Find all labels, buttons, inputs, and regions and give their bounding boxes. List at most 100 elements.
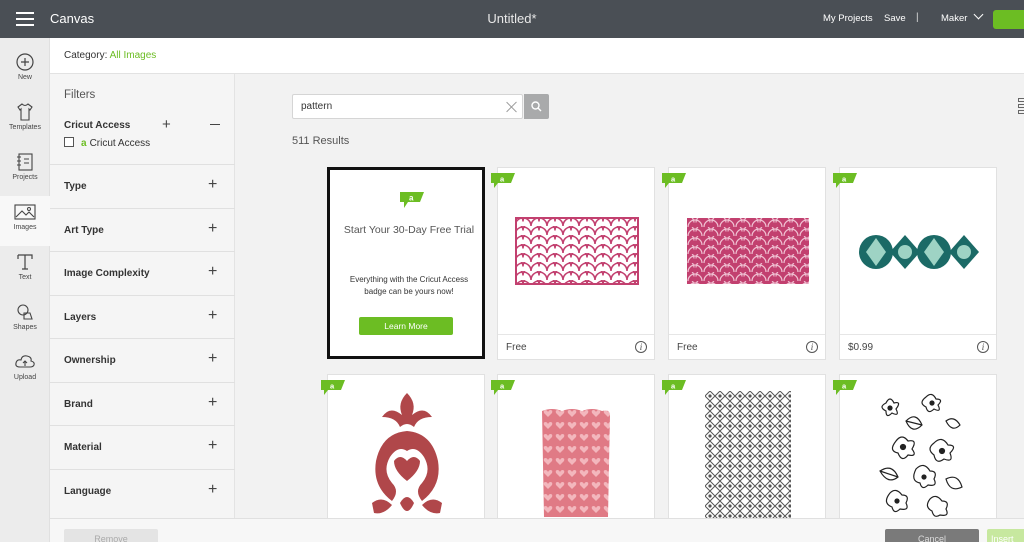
category-bar: Category: All Images: [50, 38, 1024, 74]
filter-language[interactable]: Language +: [50, 468, 235, 513]
rail-label-templates: Templates: [9, 124, 41, 131]
filter-label: Type: [64, 181, 87, 192]
image-card[interactable]: a $0.99 i: [833, 167, 997, 360]
clear-search-icon[interactable]: [506, 101, 518, 113]
card-price: Free: [506, 342, 527, 353]
rail-item-upload[interactable]: Upload: [0, 346, 50, 396]
image-card[interactable]: a: [662, 374, 826, 518]
image-card[interactable]: a: [833, 374, 997, 518]
card-price: Free: [677, 342, 698, 353]
rail-label-text: Text: [18, 274, 32, 281]
image-card[interactable]: a: [491, 374, 655, 518]
remove-button[interactable]: Remove: [64, 529, 158, 542]
cloud-upload-icon: [15, 355, 35, 368]
rail-label-images: Images: [13, 224, 37, 231]
filter-label: Art Type: [64, 224, 104, 236]
filter-label: Layers: [64, 311, 97, 323]
image-card[interactable]: a Free i: [662, 167, 826, 360]
damask-ornament-art: [372, 393, 442, 514]
grid-view-toggle-icon[interactable]: [1018, 98, 1024, 116]
filter-art-type[interactable]: Art Type +: [50, 207, 235, 252]
filters-panel: Filters Cricut Access + a Cricut Access T…: [50, 74, 235, 518]
plus-circle-icon: [16, 53, 34, 71]
access-promo-card: a Start Your 30-Day Free Trial Everythin…: [327, 167, 485, 359]
access-badge-icon: a: [321, 380, 345, 395]
filter-type[interactable]: Type +: [50, 164, 235, 208]
expand-plus-icon[interactable]: +: [208, 481, 217, 499]
cancel-button[interactable]: Cancel: [885, 529, 979, 542]
expand-plus-icon[interactable]: +: [208, 176, 217, 194]
promo-title: Start Your 30-Day Free Trial: [343, 224, 475, 236]
diamond-border-art: [859, 235, 979, 269]
access-expand-icon[interactable]: +: [162, 116, 171, 133]
info-icon[interactable]: i: [806, 341, 818, 353]
rail-item-templates[interactable]: Templates: [0, 96, 50, 146]
scallop-filled-pattern-art: [687, 218, 809, 284]
filter-ownership[interactable]: Ownership +: [50, 338, 235, 382]
filter-material[interactable]: Material +: [50, 425, 235, 469]
left-rail: New Templates Projects Images Text Shape…: [0, 38, 50, 542]
search-button[interactable]: [524, 94, 549, 119]
expand-plus-icon[interactable]: +: [208, 307, 217, 325]
my-projects-link[interactable]: My Projects: [823, 13, 873, 24]
insert-images-button[interactable]: Insert Images: [987, 529, 1024, 542]
rail-item-shapes[interactable]: Shapes: [0, 296, 50, 346]
notebook-icon: [17, 153, 33, 171]
machine-selector[interactable]: Maker: [941, 9, 984, 24]
category-link[interactable]: All Images: [110, 50, 157, 61]
filter-brand[interactable]: Brand +: [50, 381, 235, 426]
expand-plus-icon[interactable]: +: [208, 220, 217, 238]
rail-item-images[interactable]: Images: [0, 196, 50, 246]
card-divider: [498, 334, 654, 335]
card-divider: [669, 334, 825, 335]
expand-plus-icon[interactable]: +: [208, 394, 217, 412]
category-breadcrumb: Category: All Images: [64, 50, 156, 61]
results-area: 511 Results a Start Your 30-Day Free Tri…: [235, 74, 1024, 518]
cricut-access-checkbox-label: Cricut Access: [89, 138, 151, 149]
access-badge-icon: a: [833, 380, 857, 395]
filter-label: Image Complexity: [64, 268, 150, 279]
image-card[interactable]: a Free i: [491, 167, 655, 360]
rail-label-new: New: [17, 74, 32, 81]
cricut-access-checkbox[interactable]: a Cricut Access: [64, 137, 150, 149]
expand-plus-icon[interactable]: +: [208, 263, 217, 281]
access-badge-icon: a: [81, 138, 87, 149]
access-badge-icon: a: [491, 173, 515, 188]
text-t-icon: [17, 254, 33, 270]
expand-plus-icon[interactable]: +: [208, 350, 217, 368]
promo-text: Everything with the Cricut Access badge …: [349, 275, 469, 296]
make-it-button[interactable]: [993, 10, 1024, 29]
rail-item-text[interactable]: Text: [0, 246, 50, 296]
topbar-separator: |: [916, 12, 919, 23]
card-price: $0.99: [848, 342, 874, 353]
results-count: 511 Results: [292, 135, 350, 147]
geometric-pattern-art: [705, 391, 791, 518]
rail-item-new[interactable]: New: [0, 46, 50, 96]
access-collapse-icon[interactable]: [210, 124, 220, 126]
access-badge-icon: a: [400, 192, 424, 208]
info-icon[interactable]: i: [977, 341, 989, 353]
checkbox-box[interactable]: [64, 137, 74, 147]
learn-more-button[interactable]: Learn More: [359, 317, 453, 335]
filters-title: Filters: [64, 89, 96, 101]
expand-plus-icon[interactable]: +: [208, 437, 217, 455]
search-input[interactable]: [292, 94, 523, 119]
top-bar: Canvas Untitled* My Projects Save | Make…: [0, 0, 1024, 38]
card-divider: [840, 334, 996, 335]
save-link[interactable]: Save: [884, 13, 906, 24]
filter-label: Material: [64, 442, 102, 453]
info-icon[interactable]: i: [635, 341, 647, 353]
access-badge-icon: a: [491, 380, 515, 395]
rail-item-projects[interactable]: Projects: [0, 146, 50, 196]
shapes-icon: [17, 304, 33, 320]
bottom-bar: Remove Cancel Insert Images: [50, 518, 1024, 542]
floral-line-art: [879, 393, 963, 517]
image-card[interactable]: a: [321, 374, 485, 518]
filter-image-complexity[interactable]: Image Complexity +: [50, 251, 235, 295]
filter-layers[interactable]: Layers +: [50, 294, 235, 339]
access-badge-icon: a: [833, 173, 857, 188]
search-icon: [531, 101, 542, 112]
svg-text:a: a: [409, 194, 414, 203]
hearts-panel-art: [542, 409, 610, 517]
access-badge-icon: a: [662, 173, 686, 188]
